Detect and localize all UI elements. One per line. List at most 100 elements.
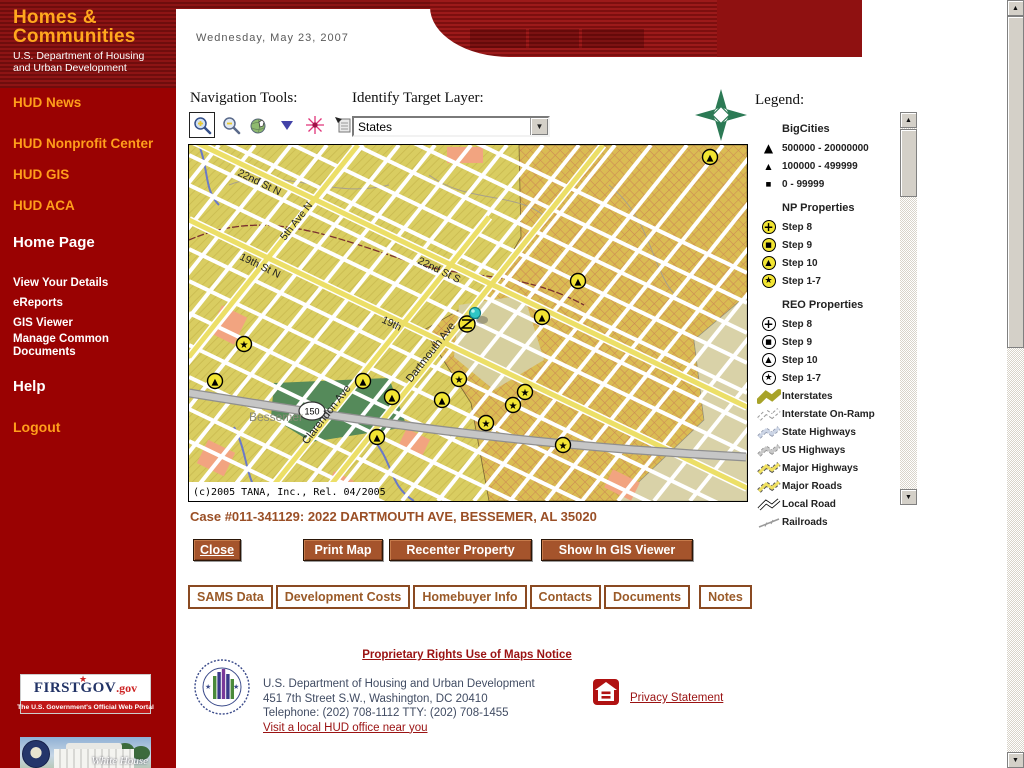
tab-homebuyer-info[interactable]: Homebuyer Info bbox=[413, 585, 526, 609]
sidebar-item-gis-viewer[interactable]: GIS Viewer bbox=[13, 317, 138, 330]
tab-sams-data[interactable]: SAMS Data bbox=[188, 585, 273, 609]
header-nav-placeholder-1[interactable] bbox=[470, 29, 526, 48]
sidebar-item-view-details[interactable]: View Your Details bbox=[13, 277, 138, 290]
pan-tool[interactable] bbox=[247, 113, 271, 137]
legend-label: 0 - 99999 bbox=[782, 179, 824, 190]
legend-title: Legend: bbox=[755, 92, 804, 109]
legend-label: Step 1-7 bbox=[782, 276, 821, 287]
legend-label: State Highways bbox=[782, 427, 856, 438]
page-scroll-down-icon[interactable]: ▼ bbox=[1007, 752, 1024, 768]
svg-text:★: ★ bbox=[482, 419, 491, 430]
page-scroll-up-icon[interactable]: ▲ bbox=[1007, 0, 1024, 16]
header-band-solid bbox=[717, 0, 862, 57]
site-logo[interactable]: Homes & Communities U.S. Department of H… bbox=[0, 0, 176, 88]
sidebar-item-hud-news[interactable]: HUD News bbox=[13, 95, 81, 110]
identify-tool[interactable] bbox=[303, 113, 327, 137]
legend-scroll-up-icon[interactable]: ▲ bbox=[900, 112, 917, 128]
legend-label: Railroads bbox=[782, 517, 828, 528]
legend-label: Step 10 bbox=[782, 355, 818, 366]
onramp-line-icon bbox=[757, 407, 781, 422]
print-map-button[interactable]: Print Map bbox=[303, 539, 383, 561]
page-scrollbar[interactable]: ▲ ▼ bbox=[1007, 0, 1024, 768]
zoom-out-tool[interactable] bbox=[219, 113, 243, 137]
show-in-gis-viewer-button[interactable]: Show In GIS Viewer bbox=[541, 539, 693, 561]
identify-layer-label: Identify Target Layer: bbox=[352, 90, 484, 107]
interstate-line-icon bbox=[757, 389, 781, 404]
svg-text:▲: ▲ bbox=[389, 394, 396, 404]
compass-rose-icon bbox=[692, 86, 750, 144]
railroad-line-icon bbox=[757, 515, 781, 530]
dept-line-2: 451 7th Street S.W., Washington, DC 2041… bbox=[263, 692, 535, 707]
svg-text:★: ★ bbox=[240, 340, 249, 351]
firstgov-logo[interactable]: ★ FIRSTGOV.gov The U.S. Government's Off… bbox=[20, 674, 151, 714]
notepad-icon bbox=[333, 115, 353, 135]
equal-housing-icon bbox=[592, 678, 620, 706]
sidebar-item-manage-docs[interactable]: Manage Common Documents bbox=[13, 333, 138, 359]
tab-development-costs[interactable]: Development Costs bbox=[276, 585, 411, 609]
whitehouse-label: White House bbox=[91, 755, 148, 767]
zoom-in-icon bbox=[192, 115, 212, 135]
navigation-toolbar bbox=[189, 112, 355, 138]
case-title: Case #011-341129: 2022 DARTMOUTH AVE, BE… bbox=[190, 509, 597, 524]
tab-documents[interactable]: Documents bbox=[604, 585, 690, 609]
page-scrollbar-thumb[interactable] bbox=[1007, 16, 1024, 348]
logo-line1: Homes & bbox=[13, 8, 176, 27]
svg-text:150: 150 bbox=[304, 407, 319, 417]
svg-text:(c)2005 TANA, Inc., Rel. 04/20: (c)2005 TANA, Inc., Rel. 04/2005 bbox=[193, 487, 386, 498]
current-date: Wednesday, May 23, 2007 bbox=[196, 32, 349, 44]
target-layer-select[interactable]: States ▼ bbox=[352, 116, 550, 137]
sidebar-item-hud-gis[interactable]: HUD GIS bbox=[13, 167, 69, 182]
state-highway-line-icon bbox=[757, 425, 781, 440]
tab-notes[interactable]: Notes bbox=[699, 585, 752, 609]
svg-text:★: ★ bbox=[521, 388, 530, 399]
reo-plus-icon: + bbox=[763, 318, 773, 330]
legend-label: 500000 - 20000000 bbox=[782, 143, 869, 154]
target-layer-value: States bbox=[354, 120, 530, 134]
np-triangle-icon: ▲ bbox=[765, 259, 771, 267]
recenter-property-button[interactable]: Recenter Property bbox=[389, 539, 532, 561]
zoom-out-icon bbox=[221, 115, 241, 135]
svg-text:★: ★ bbox=[233, 683, 239, 691]
legend-label: Major Highways bbox=[782, 463, 858, 474]
layer-dropdown-tool[interactable] bbox=[275, 113, 299, 137]
bigcity-large-icon: ▲ bbox=[764, 141, 773, 155]
pan-globe-icon bbox=[249, 115, 269, 135]
select-dropdown-button[interactable]: ▼ bbox=[530, 118, 548, 135]
reo-triangle-icon: ▲ bbox=[765, 356, 771, 364]
whitehouse-link-image[interactable]: White House bbox=[20, 737, 151, 768]
privacy-statement-link[interactable]: Privacy Statement bbox=[630, 692, 723, 704]
close-button[interactable]: Close bbox=[193, 539, 241, 561]
header-nav-placeholder-3[interactable] bbox=[582, 29, 644, 48]
zoom-in-tool[interactable] bbox=[189, 112, 215, 138]
firstgov-tagline: The U.S. Government's Official Web Porta… bbox=[21, 701, 150, 713]
svg-text:▲: ▲ bbox=[707, 154, 714, 164]
sidebar-item-hud-aca[interactable]: HUD ACA bbox=[13, 198, 75, 213]
legend-scroll-down-icon[interactable]: ▼ bbox=[900, 489, 917, 505]
svg-text:★: ★ bbox=[205, 683, 211, 691]
maps-notice-link[interactable]: Proprietary Rights Use of Maps Notice bbox=[362, 649, 572, 661]
legend-panel: BigCities ▲500000 - 20000000 ▲100000 - 4… bbox=[755, 114, 900, 531]
chevron-down-icon: ▼ bbox=[536, 122, 544, 131]
navigation-tools-label: Navigation Tools: bbox=[190, 90, 297, 107]
sidebar-item-home-page[interactable]: Home Page bbox=[13, 234, 95, 251]
bigcity-dot-icon: ■ bbox=[766, 181, 772, 188]
tab-contacts[interactable]: Contacts bbox=[530, 585, 601, 609]
header-nav-placeholder-2[interactable] bbox=[529, 29, 579, 48]
map-viewport[interactable]: 150 22nd St N 22nd St S 19th St N 19th 5… bbox=[188, 144, 748, 502]
legend-header: REO Properties bbox=[782, 299, 863, 311]
np-plus-icon: + bbox=[763, 221, 773, 233]
sidebar-item-help[interactable]: Help bbox=[13, 378, 46, 395]
sidebar-item-hud-nonprofit[interactable]: HUD Nonprofit Center bbox=[13, 136, 153, 151]
legend-label: Interstate On-Ramp bbox=[782, 409, 875, 420]
legend-header: NP Properties bbox=[782, 202, 855, 214]
sidebar-item-ereports[interactable]: eReports bbox=[13, 297, 138, 310]
visit-hud-office-link[interactable]: Visit a local HUD office near you bbox=[263, 722, 428, 734]
legend-scrollbar-thumb[interactable] bbox=[900, 129, 917, 197]
header-strip bbox=[176, 0, 444, 9]
major-road-line-icon bbox=[757, 479, 781, 494]
sidebar-item-logout[interactable]: Logout bbox=[13, 419, 60, 435]
map-canvas: 150 22nd St N 22nd St S 19th St N 19th 5… bbox=[189, 145, 747, 501]
svg-text:Bessemer: Bessemer bbox=[249, 410, 303, 424]
legend-scrollbar[interactable]: ▲ ▼ bbox=[900, 112, 917, 505]
dept-line-3: Telephone: (202) 708-1112 TTY: (202) 708… bbox=[263, 706, 535, 721]
